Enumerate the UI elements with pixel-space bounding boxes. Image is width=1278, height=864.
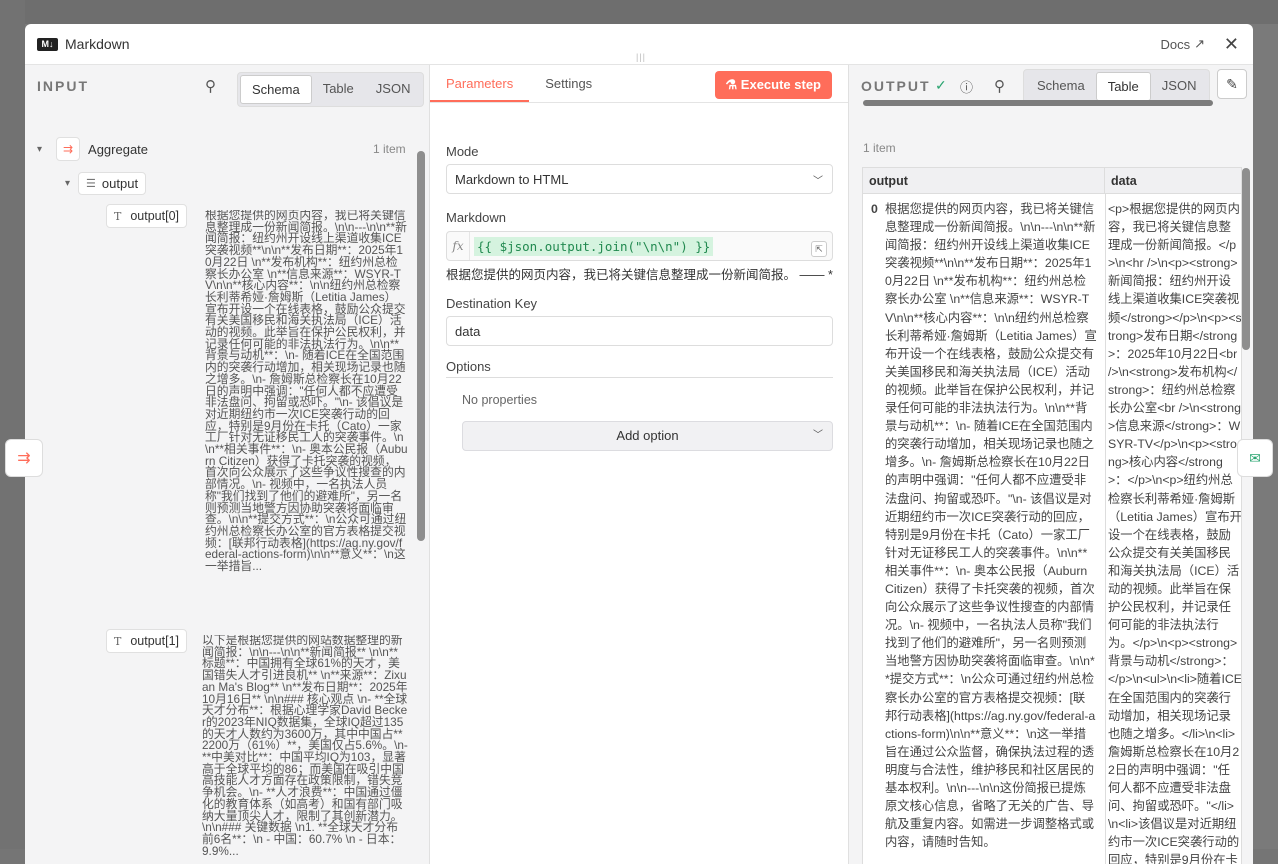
schema-node-aggregate[interactable]: ▾ ⇉ Aggregate: [37, 137, 148, 161]
chevron-down-icon[interactable]: ▾: [37, 144, 42, 155]
modal-header: M↓ Markdown Docs ↗ ✕ |||: [25, 24, 1253, 65]
options-label: Options: [446, 359, 491, 374]
field-key-output-0[interactable]: Toutput[0]: [106, 204, 187, 228]
info-icon[interactable]: ⓘ: [960, 77, 973, 96]
output-node-handle-icon[interactable]: ✉: [1237, 439, 1273, 477]
input-tab-table[interactable]: Table: [312, 75, 365, 104]
destination-key-input[interactable]: data: [446, 316, 833, 346]
input-header: INPUT ⚲ Schema Table JSON: [25, 65, 429, 107]
field-pill-output[interactable]: ☰ output: [78, 172, 146, 195]
field-key: output[0]: [130, 209, 179, 223]
parameter-tabs: Parameters Settings ⚗ Execute step: [430, 65, 848, 103]
output-scrollbar[interactable]: [1242, 168, 1250, 350]
options-divider: [446, 377, 833, 378]
external-link-icon: ↗: [1194, 36, 1205, 52]
add-option-label: Add option: [616, 428, 678, 443]
list-icon: ☰: [86, 177, 96, 190]
schema-field-output[interactable]: ▾ ☰ output: [65, 172, 146, 195]
field-key: output[1]: [130, 634, 179, 648]
column-header-output: output: [863, 168, 1105, 194]
field-value-output-1: 以下是根据您提供的网站数据整理的新闻简报：\n\n---\n\n**新闻简报**…: [202, 635, 408, 864]
execute-step-button[interactable]: ⚗ Execute step: [715, 71, 832, 99]
execute-label: Execute step: [741, 77, 821, 92]
output-tab-json[interactable]: JSON: [1151, 72, 1208, 101]
output-horizontal-scrollbar[interactable]: [863, 100, 1213, 106]
input-view-switcher: Schema Table JSON: [237, 72, 424, 107]
aggregate-node-name: Aggregate: [88, 142, 148, 157]
text-type-icon: T: [114, 635, 121, 648]
input-node-handle-icon[interactable]: ⇉: [5, 439, 43, 477]
drag-handle-icon[interactable]: |||: [636, 52, 646, 62]
docs-link[interactable]: Docs ↗: [1160, 36, 1205, 52]
input-item-count: 1 item: [373, 142, 406, 156]
pencil-icon[interactable]: ✎: [1217, 69, 1247, 99]
output-tab-table[interactable]: Table: [1096, 72, 1151, 101]
search-icon[interactable]: ⚲: [994, 77, 1005, 95]
column-header-data: data: [1105, 168, 1242, 194]
field-name: output: [102, 176, 138, 191]
output-label: OUTPUT: [861, 78, 931, 94]
output-panel: OUTPUT ✓ ⓘ ⚲ Schema Table JSON ✎ 1 item …: [849, 65, 1253, 864]
chevron-down-icon: ﹀: [813, 422, 823, 450]
field-value-output-0: 根据您提供的网页内容，我已将关键信息整理成一份新闻简报。\n\n---\n\n*…: [205, 210, 408, 618]
background-sidebar: [0, 0, 25, 849]
output-view-switcher: Schema Table JSON: [1023, 69, 1210, 104]
fx-icon: fx: [447, 232, 470, 260]
output-tab-schema[interactable]: Schema: [1026, 72, 1096, 101]
table-cell-data: <p>根据您提供的网页内容，我已将关键信息整理成一份新闻简报。</p>\n<hr…: [1108, 200, 1242, 864]
close-button[interactable]: ✕: [1224, 34, 1239, 55]
add-option-button[interactable]: Add option ﹀: [462, 421, 833, 451]
input-scrollbar[interactable]: [417, 151, 425, 541]
markdown-logo-icon: M↓: [37, 38, 58, 51]
row-index: 0: [871, 200, 883, 218]
expression-code[interactable]: {{ $json.output.join("\n\n") }}: [474, 237, 713, 256]
expression-preview: 根据您提供的网页内容，我已将关键信息整理成一份新闻简报。 —— *…: [446, 264, 833, 283]
input-panel: INPUT ⚲ Schema Table JSON ▾ ⇉ Aggregate …: [25, 65, 430, 864]
open-expression-editor-icon[interactable]: ⇱: [811, 241, 827, 257]
input-label: INPUT: [37, 78, 89, 94]
mode-value: Markdown to HTML: [455, 172, 568, 187]
docs-label: Docs: [1160, 37, 1190, 52]
node-details-modal: M↓ Markdown Docs ↗ ✕ ||| INPUT ⚲ Schema T…: [25, 24, 1253, 864]
markdown-label: Markdown: [446, 210, 506, 225]
chevron-down-icon[interactable]: ▾: [65, 178, 70, 189]
destination-key-label: Destination Key: [446, 296, 537, 311]
column-divider: [1105, 194, 1106, 864]
input-tab-schema[interactable]: Schema: [240, 75, 312, 104]
background-toolbar: [0, 0, 1278, 24]
parameters-panel: Parameters Settings ⚗ Execute step Mode …: [430, 65, 849, 864]
output-item-count: 1 item: [863, 141, 896, 155]
output-table: output data 0 根据您提供的网页内容，我已将关键信息整理成一份新闻简…: [862, 167, 1242, 864]
aggregate-node-icon: ⇉: [56, 137, 80, 161]
node-title[interactable]: Markdown: [65, 36, 130, 52]
chevron-down-icon: ﹀: [813, 172, 823, 187]
mode-label: Mode: [446, 144, 479, 159]
flask-icon: ⚗: [726, 77, 741, 92]
check-circle-icon: ✓: [935, 77, 947, 94]
mode-select[interactable]: Markdown to HTML ﹀: [446, 164, 833, 194]
field-key-output-1[interactable]: Toutput[1]: [106, 629, 187, 653]
markdown-expression-input[interactable]: fx {{ $json.output.join("\n\n") }} ⇱: [446, 231, 833, 261]
text-type-icon: T: [114, 210, 121, 223]
search-icon[interactable]: ⚲: [205, 77, 216, 95]
input-tab-json[interactable]: JSON: [365, 75, 422, 104]
table-cell-output: 根据您提供的网页内容，我已将关键信息整理成一份新闻简报。\n\n---\n\n*…: [885, 200, 1097, 864]
no-properties-text: No properties: [462, 393, 537, 407]
tab-parameters[interactable]: Parameters: [430, 65, 529, 102]
tab-settings[interactable]: Settings: [529, 65, 608, 102]
